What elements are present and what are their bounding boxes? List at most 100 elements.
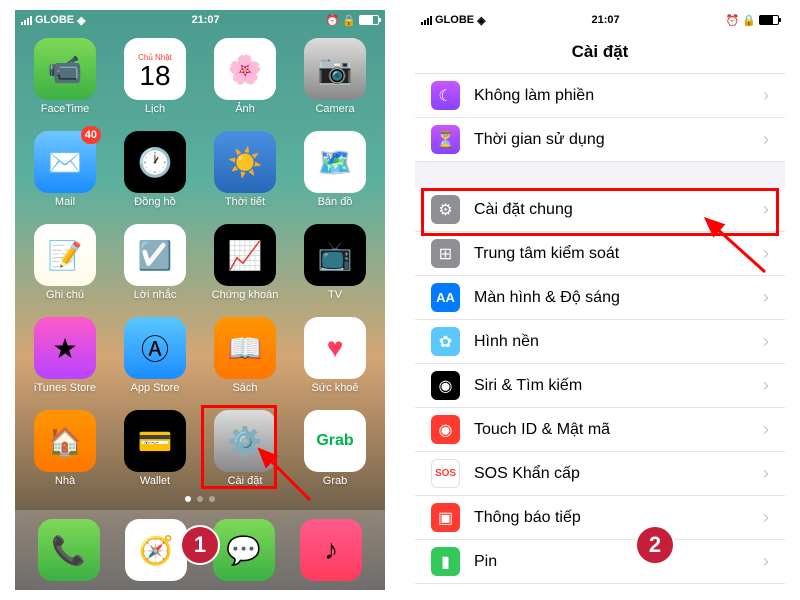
- app-weather[interactable]: ☀️Thời tiết: [205, 131, 285, 208]
- app-itunes[interactable]: ★iTunes Store: [25, 317, 105, 394]
- lock-icon: 🔒: [742, 14, 756, 27]
- app-mail[interactable]: ✉️40Mail: [25, 131, 105, 208]
- photos-icon: 🌸: [228, 53, 263, 86]
- app-health[interactable]: ♥Sức khoẻ: [295, 317, 375, 394]
- row-screen-time[interactable]: ⏳Thời gian sử dụng›: [415, 118, 785, 162]
- app-reminders[interactable]: ☑️Lời nhắc: [115, 224, 195, 301]
- page-title: Cài đặt: [572, 42, 629, 62]
- app-wallet[interactable]: 💳Wallet: [115, 410, 195, 487]
- dock-messages[interactable]: 💬: [213, 519, 275, 581]
- maps-icon: 🗺️: [318, 146, 353, 179]
- wallpaper-icon: ✿: [431, 327, 460, 356]
- status-bar: GLOBE ◈ 21:07 ⏰ 🔒: [15, 10, 385, 30]
- moon-icon: ☾: [431, 81, 460, 110]
- chevron-right-icon: ›: [763, 129, 769, 150]
- facetime-icon: 📹: [48, 53, 83, 86]
- phone-home-screen: GLOBE ◈ 21:07 ⏰ 🔒 📹FaceTime Chủ Nhật18Lị…: [15, 10, 385, 590]
- itunes-icon: ★: [52, 332, 77, 365]
- app-calendar[interactable]: Chủ Nhật18Lịch: [115, 38, 195, 115]
- row-notifications[interactable]: ▣Thông báo tiếp›: [415, 496, 785, 540]
- notes-icon: 📝: [48, 239, 83, 272]
- phone-icon: 📞: [51, 534, 86, 567]
- step-badge-2: 2: [635, 525, 675, 565]
- arrow-to-settings: [260, 450, 320, 515]
- wallet-icon: 💳: [138, 425, 173, 458]
- carrier-label: GLOBE: [435, 14, 474, 26]
- settings-list[interactable]: ☾Không làm phiền› ⏳Thời gian sử dụng› ⚙C…: [415, 74, 785, 584]
- app-camera[interactable]: 📷Camera: [295, 38, 375, 115]
- alarm-icon: ⏰: [326, 14, 340, 27]
- weather-icon: ☀️: [228, 146, 263, 179]
- row-do-not-disturb[interactable]: ☾Không làm phiền›: [415, 74, 785, 118]
- wifi-icon: ◈: [77, 14, 85, 27]
- dock-phone[interactable]: 📞: [38, 519, 100, 581]
- toggles-icon: ⊞: [431, 239, 460, 268]
- home-icon: 🏠: [48, 425, 83, 458]
- step-badge-1: 1: [180, 525, 220, 565]
- app-maps[interactable]: 🗺️Bản đồ: [295, 131, 375, 208]
- app-tv[interactable]: 📺TV: [295, 224, 375, 301]
- app-grid: 📹FaceTime Chủ Nhật18Lịch 🌸Ảnh 📷Camera ✉️…: [25, 38, 375, 487]
- grab-logo: Grab: [316, 432, 353, 450]
- app-clock[interactable]: 🕐Đồng hồ: [115, 131, 195, 208]
- siri-icon: ◉: [431, 371, 460, 400]
- music-icon: ♪: [324, 534, 338, 566]
- chevron-right-icon: ›: [763, 287, 769, 308]
- books-icon: 📖: [228, 332, 263, 365]
- chevron-right-icon: ›: [763, 507, 769, 528]
- signal-icon: [421, 16, 432, 25]
- lock-icon: 🔒: [342, 14, 356, 27]
- safari-icon: 🧭: [139, 534, 174, 567]
- notification-icon: ▣: [431, 503, 460, 532]
- app-books[interactable]: 📖Sách: [205, 317, 285, 394]
- messages-icon: 💬: [226, 534, 261, 567]
- app-stocks[interactable]: 📈Chứng khoán: [205, 224, 285, 301]
- settings-header: Cài đặt: [415, 30, 785, 74]
- alarm-icon: ⏰: [726, 14, 740, 27]
- page-indicator[interactable]: [15, 496, 385, 502]
- phone-settings-screen: GLOBE ◈ 21:07 ⏰ 🔒 Cài đặt ☾Không làm phi…: [415, 10, 785, 590]
- app-photos[interactable]: 🌸Ảnh: [205, 38, 285, 115]
- chevron-right-icon: ›: [763, 375, 769, 396]
- chevron-right-icon: ›: [763, 331, 769, 352]
- chevron-right-icon: ›: [763, 85, 769, 106]
- wifi-icon: ◈: [477, 14, 485, 27]
- hourglass-icon: ⏳: [431, 125, 460, 154]
- dock-music[interactable]: ♪: [300, 519, 362, 581]
- dock-safari[interactable]: 🧭: [125, 519, 187, 581]
- sos-icon: SOS: [431, 459, 460, 488]
- status-bar: GLOBE ◈ 21:07 ⏰ 🔒: [415, 10, 785, 30]
- health-icon: ♥: [327, 332, 344, 364]
- battery-icon: [359, 15, 379, 25]
- section-gap: [415, 162, 785, 188]
- arrow-to-general: [705, 222, 775, 287]
- camera-icon: 📷: [318, 53, 353, 86]
- chevron-right-icon: ›: [763, 419, 769, 440]
- mail-badge: 40: [81, 126, 101, 144]
- row-touch-id[interactable]: ◉Touch ID & Mật mã›: [415, 408, 785, 452]
- status-time: 21:07: [592, 14, 620, 26]
- row-sos[interactable]: SOSSOS Khẩn cấp›: [415, 452, 785, 496]
- fingerprint-icon: ◉: [431, 415, 460, 444]
- app-home[interactable]: 🏠Nhà: [25, 410, 105, 487]
- battery-row-icon: ▮: [431, 547, 460, 576]
- chevron-right-icon: ›: [763, 551, 769, 572]
- row-siri[interactable]: ◉Siri & Tìm kiếm›: [415, 364, 785, 408]
- appstore-icon: Ⓐ: [141, 328, 169, 368]
- tv-icon: 📺: [318, 239, 353, 272]
- text-size-icon: AA: [431, 283, 460, 312]
- row-battery[interactable]: ▮Pin›: [415, 540, 785, 584]
- stocks-icon: 📈: [228, 239, 263, 272]
- clock-icon: 🕐: [138, 146, 173, 179]
- signal-icon: [21, 16, 32, 25]
- app-facetime[interactable]: 📹FaceTime: [25, 38, 105, 115]
- reminders-icon: ☑️: [138, 239, 173, 272]
- app-appstore[interactable]: ⒶApp Store: [115, 317, 195, 394]
- status-time: 21:07: [192, 14, 220, 26]
- row-wallpaper[interactable]: ✿Hình nền›: [415, 320, 785, 364]
- mail-icon: ✉️: [48, 146, 83, 179]
- chevron-right-icon: ›: [763, 463, 769, 484]
- app-notes[interactable]: 📝Ghi chú: [25, 224, 105, 301]
- battery-icon: [759, 15, 779, 25]
- carrier-label: GLOBE: [35, 14, 74, 26]
